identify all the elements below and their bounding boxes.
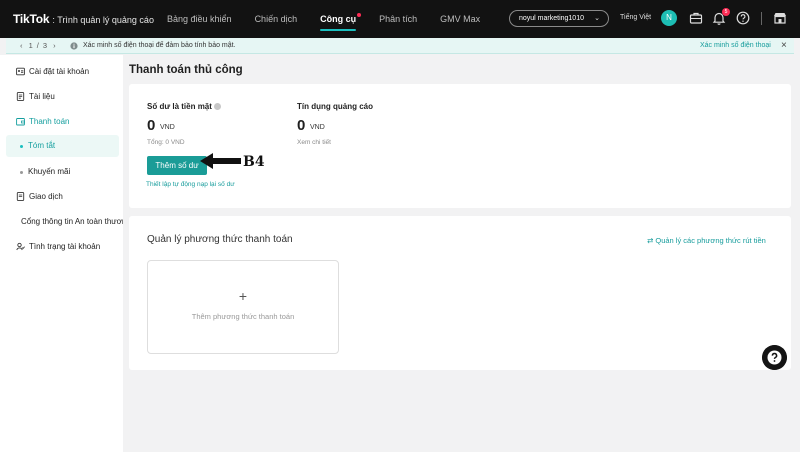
nav-tools[interactable]: Công cụ bbox=[320, 0, 362, 38]
cash-balance-value: 0 bbox=[147, 117, 156, 134]
transaction-icon bbox=[16, 192, 25, 201]
balance-card bbox=[129, 84, 791, 208]
sidebar-item-label: Cài đặt tài khoản bbox=[29, 67, 90, 76]
help-icon[interactable] bbox=[735, 10, 751, 26]
briefcase-icon[interactable] bbox=[688, 10, 704, 26]
add-balance-button[interactable]: Thêm số dư bbox=[147, 156, 207, 175]
pager-total: 3 bbox=[42, 41, 48, 50]
close-icon[interactable]: × bbox=[781, 40, 787, 51]
pager-prev[interactable]: ‹ bbox=[20, 41, 23, 50]
add-payment-method-card[interactable]: + Thêm phương thức thanh toán bbox=[147, 260, 339, 354]
nav-new-dot bbox=[357, 13, 362, 17]
chevron-down-icon: ⌄ bbox=[594, 15, 600, 22]
auto-recharge-link[interactable]: Thiết lập tự động nạp lại số dư bbox=[146, 181, 235, 188]
ad-credit-label: Tín dụng quảng cáo bbox=[297, 102, 373, 111]
nav-campaigns[interactable]: Chiến dịch bbox=[255, 0, 298, 38]
nav-divider bbox=[761, 12, 762, 25]
account-settings-icon bbox=[16, 67, 25, 76]
nav-gmv-max[interactable]: GMV Max bbox=[440, 0, 480, 38]
sidebar-item-label: Tài liệu bbox=[29, 92, 55, 101]
sidebar-item-transactions[interactable]: Giao dịch bbox=[0, 186, 123, 208]
pager-current: 1 bbox=[28, 41, 33, 50]
brand[interactable]: TikTok : Trình quản lý quảng cáo bbox=[13, 12, 154, 26]
sidebar-item-label: Thanh toán bbox=[29, 117, 70, 126]
document-icon bbox=[16, 92, 25, 101]
cash-balance-unit: VND bbox=[160, 124, 175, 131]
main-nav: Bảng điều khiển Chiến dịch Công cụ Phân … bbox=[167, 0, 503, 38]
add-payment-method-label: Thêm phương thức thanh toán bbox=[191, 312, 295, 321]
brand-logo: TikTok bbox=[13, 12, 50, 26]
cash-balance-label-text: Số dư là tiền mặt bbox=[147, 102, 212, 111]
payment-methods-title: Quản lý phương thức thanh toán bbox=[147, 234, 293, 245]
sidebar-item-promotions[interactable]: Khuyến mãi bbox=[6, 161, 119, 183]
ad-credit-unit: VND bbox=[310, 124, 325, 131]
ad-credit-details-link[interactable]: Xem chi tiết bbox=[297, 139, 331, 146]
sidebar-item-account-status[interactable]: Tình trạng tài khoản bbox=[0, 236, 123, 258]
cash-balance-label: Số dư là tiền mặt bbox=[147, 102, 221, 111]
wallet-icon bbox=[16, 118, 25, 126]
language-switch[interactable]: Tiếng Việt bbox=[620, 14, 651, 21]
nav-tools-label: Công cụ bbox=[320, 14, 357, 24]
nav-dashboard[interactable]: Bảng điều khiển bbox=[167, 0, 232, 38]
info-icon[interactable] bbox=[213, 103, 221, 110]
sidebar-item-payment[interactable]: Thanh toán bbox=[0, 111, 123, 133]
sidebar-item-label: Tình trạng tài khoản bbox=[29, 242, 101, 251]
account-name: noyul marketing1010 bbox=[519, 15, 584, 22]
sidebar-item-label: Khuyến mãi bbox=[28, 167, 71, 176]
cash-balance-total: Tổng: 0 VND bbox=[147, 139, 185, 146]
sidebar-item-documents[interactable]: Tài liệu bbox=[0, 86, 123, 108]
avatar[interactable]: N bbox=[661, 10, 677, 26]
notice-banner: ‹ 1/3 › Xác minh số điện thoại để đảm bả… bbox=[6, 38, 794, 54]
notification-badge: 5 bbox=[722, 8, 730, 16]
account-selector[interactable]: noyul marketing1010 ⌄ bbox=[509, 10, 609, 27]
sidebar-item-label: Tóm tắt bbox=[28, 141, 56, 150]
store-icon[interactable] bbox=[772, 10, 788, 26]
sidebar-item-brand-safety[interactable]: Cổng thông tin An toàn thương hiệu bbox=[21, 217, 123, 226]
sidebar-bullet bbox=[20, 171, 23, 174]
arrow-left-icon bbox=[200, 153, 241, 169]
top-nav: TikTok : Trình quản lý quảng cáo Bảng đi… bbox=[0, 0, 800, 38]
pager-next[interactable]: › bbox=[53, 41, 56, 50]
brand-subtitle: : Trình quản lý quảng cáo bbox=[52, 15, 154, 25]
manage-withdrawal-methods-link[interactable]: ⇄ Quản lý các phương thức rút tiền bbox=[647, 236, 766, 245]
help-chat-icon[interactable] bbox=[762, 345, 787, 370]
pager-separator: / bbox=[36, 41, 39, 50]
manage-withdrawal-methods-label: Quản lý các phương thức rút tiền bbox=[655, 236, 766, 245]
account-status-icon bbox=[16, 242, 25, 251]
nav-analytics[interactable]: Phân tích bbox=[379, 0, 417, 38]
verify-phone-link[interactable]: Xác minh số điện thoại bbox=[700, 42, 771, 49]
sidebar-item-summary[interactable]: Tóm tắt bbox=[6, 135, 119, 157]
page-title: Thanh toán thủ công bbox=[129, 64, 243, 76]
sidebar-bullet bbox=[20, 145, 23, 148]
info-icon bbox=[70, 42, 78, 50]
step-annotation: B4 bbox=[243, 154, 265, 170]
notice-pager: ‹ 1/3 › bbox=[18, 41, 58, 50]
plus-icon: + bbox=[238, 288, 248, 304]
notice-text: Xác minh số điện thoại để đảm bảo tính b… bbox=[83, 42, 236, 49]
sidebar-item-label: Giao dịch bbox=[29, 192, 63, 201]
sidebar-item-account-settings[interactable]: Cài đặt tài khoản bbox=[0, 61, 123, 83]
ad-credit-value: 0 bbox=[297, 117, 306, 134]
